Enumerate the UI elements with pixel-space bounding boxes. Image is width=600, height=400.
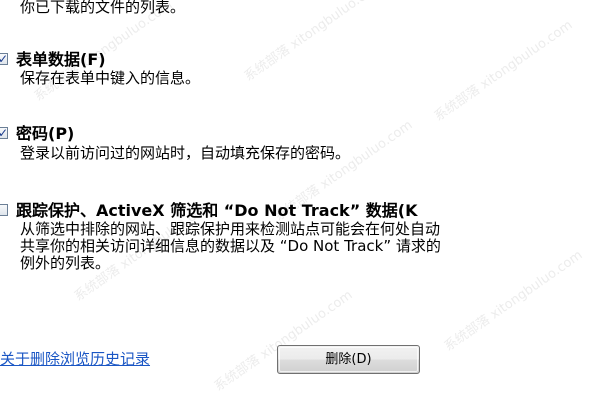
form-data-description: 保存在表单中键入的信息。	[20, 70, 596, 87]
delete-button-label: 删除(D)	[325, 352, 372, 367]
description-line: 登录以前访问过的网站时，自动填充保存的密码。	[20, 144, 351, 162]
watermark: 系统部落 xitongbuluo.com	[211, 287, 356, 395]
form-data-label[interactable]: 表单数据(F)	[16, 50, 106, 70]
description-line: 从筛选中排除的网站、跟踪保护用来检测站点可能会在何处自动	[20, 220, 441, 238]
tracking-protection-checkbox[interactable]	[0, 204, 8, 216]
passwords-checkbox[interactable]: ✓	[0, 126, 9, 140]
description-line: 保存在表单中键入的信息。	[20, 69, 201, 87]
description-line: 共享你的相关访问详细信息的数据以及 “Do Not Track” 请求的	[20, 237, 441, 255]
tracking-protection-description: 从筛选中排除的网站、跟踪保护用来检测站点可能会在何处自动 共享你的相关访问详细信…	[20, 221, 596, 272]
downloads-description: 你已下载的文件的列表。	[20, 0, 186, 16]
form-data-checkbox[interactable]: ✓	[0, 52, 9, 66]
passwords-description: 登录以前访问过的网站时，自动填充保存的密码。	[20, 145, 596, 162]
description-line: 例外的列表。	[20, 254, 111, 272]
about-deleting-history-link[interactable]: 关于删除浏览历史记录	[0, 349, 150, 369]
delete-button[interactable]: 删除(D)	[277, 345, 420, 374]
check-icon: ✓	[0, 52, 9, 66]
delete-browsing-history-dialog: 系统部落 xitongbuluo.com 系统部落 xitongbuluo.co…	[0, 0, 600, 400]
tracking-protection-label[interactable]: 跟踪保护、ActiveX 筛选和 “Do Not Track” 数据(K	[16, 201, 418, 221]
check-icon: ✓	[0, 126, 9, 140]
passwords-label[interactable]: 密码(P)	[16, 124, 74, 144]
